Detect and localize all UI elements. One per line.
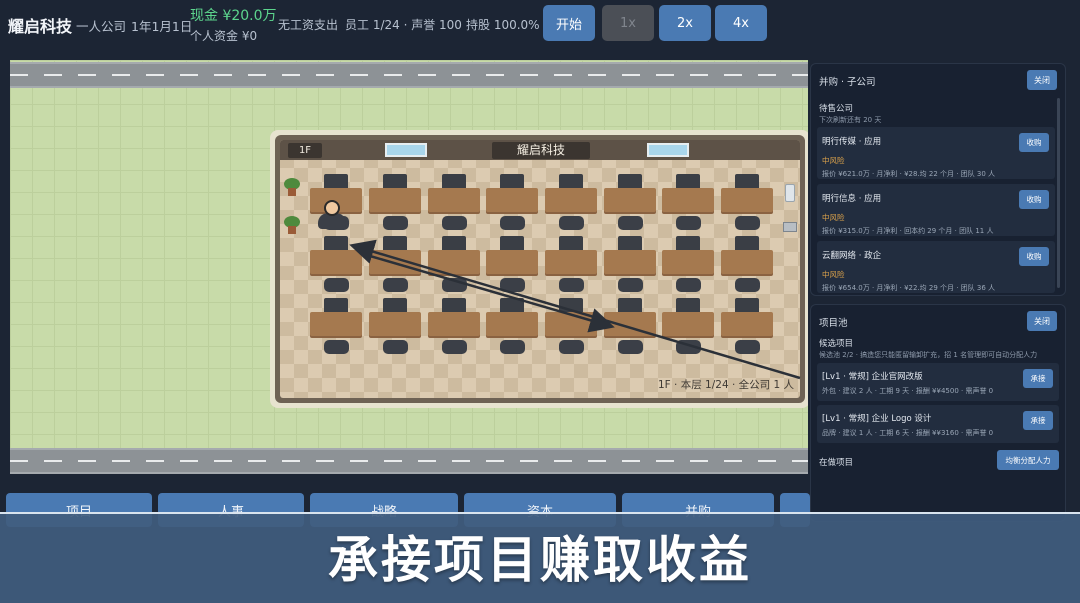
speed-2x-button[interactable]: 2x [659, 5, 711, 41]
project-card: [Lv1 · 常规] 企业官网改版 外包 · 建议 2 人 · 工期 9 天 ·… [817, 363, 1059, 401]
buy-company-button[interactable]: 收购 [1019, 133, 1049, 152]
acquisition-scrollbar[interactable] [1057, 98, 1060, 288]
risk-level: 中风险 [822, 213, 845, 222]
project-info: 品牌 · 建议 1 人 · 工期 6 天 · 报酬 ¥¥3160 · 需声誉 0 [822, 429, 994, 437]
project-pool-panel: 项目池 关闭 候选项目 候选池 2/2 · 搞造您只能匿留输卸扩充，招 1 名管… [810, 304, 1066, 522]
company-card: 明行传媒 · 应用 收购 中风险 报价 ¥621.0万 · 月净利 · ¥28.… [817, 127, 1055, 179]
buy-company-button[interactable]: 收购 [1019, 190, 1049, 209]
city-map[interactable]: 1F 耀启科技 1F · 本层 1/24 · 全公司 1 人 [10, 60, 808, 474]
acquisition-panel: 并购 · 子公司 关闭 待售公司 下次刷新还有 20 天 明行传媒 · 应用 收… [810, 63, 1066, 296]
company-info: 报价 ¥654.0万 · 月净利 · ¥22.均 29 个月 · 团队 36 人 [822, 284, 996, 292]
personal-funds: 个人资金 ¥0 [190, 29, 258, 43]
speed-4x-button[interactable]: 4x [715, 5, 767, 41]
refresh-note: 下次刷新还有 20 天 [819, 116, 882, 124]
staff-reputation: 员工 1/24 · 声誉 100 [345, 18, 462, 32]
start-button[interactable]: 开始 [543, 5, 595, 41]
project-name: [Lv1 · 常规] 企业官网改版 [822, 372, 923, 382]
project-info: 外包 · 建议 2 人 · 工期 9 天 · 报酬 ¥¥4500 · 需声誉 0 [822, 387, 994, 395]
company-name: 耀启科技 [8, 17, 73, 36]
risk-level: 中风险 [822, 156, 845, 165]
cash-display: 现金 ¥20.0万 [190, 8, 277, 24]
payroll-status: 无工资支出 [278, 18, 339, 32]
shareholding: 持股 100.0% [466, 18, 540, 32]
risk-level: 中风险 [822, 270, 845, 279]
speed-1x-button[interactable]: 1x [602, 5, 654, 41]
for-sale-title: 待售公司 [819, 104, 854, 114]
tutorial-arrows [349, 239, 801, 380]
balance-staff-button[interactable]: 均衡分配人力 [997, 450, 1059, 470]
acquisition-close-button[interactable]: 关闭 [1027, 70, 1057, 90]
candidates-title: 候选项目 [819, 339, 854, 349]
arrow-line [349, 239, 801, 380]
company-name-label: 明行传媒 · 应用 [822, 137, 882, 147]
buy-company-button[interactable]: 收购 [1019, 247, 1049, 266]
project-pool-close-button[interactable]: 关闭 [1027, 311, 1057, 331]
project-card: [Lv1 · 常规] 企业 Logo 设计 品牌 · 建议 1 人 · 工期 6… [817, 405, 1059, 443]
company-card: 明行信息 · 应用 收购 中风险 报价 ¥315.0万 · 月净利 · 回本约 … [817, 184, 1055, 236]
acquisition-title: 并购 · 子公司 [819, 77, 876, 88]
project-name: [Lv1 · 常规] 企业 Logo 设计 [822, 414, 932, 424]
arrow-line [369, 254, 615, 333]
company-info: 报价 ¥315.0万 · 月净利 · 回本约 29 个月 · 团队 11 人 [822, 227, 994, 235]
company-info: 报价 ¥621.0万 · 月净利 · ¥28.均 22 个月 · 团队 30 人 [822, 170, 996, 178]
company-card: 云翻网络 · 政企 收购 中风险 报价 ¥654.0万 · 月净利 · ¥22.… [817, 241, 1055, 293]
top-bar: 耀启科技 一人公司 1年1月1日 现金 ¥20.0万 个人资金 ¥0 无工资支出… [0, 0, 1080, 48]
company-name-label: 云翻网络 · 政企 [822, 251, 882, 261]
candidates-note: 候选池 2/2 · 搞造您只能匿留输卸扩充，招 1 名管理即可自动分配人力 [819, 351, 1038, 359]
promo-caption: 承接项目赚取收益 [328, 531, 752, 589]
company-name-label: 明行信息 · 应用 [822, 194, 882, 204]
in-progress-title: 在做项目 [819, 458, 854, 468]
project-pool-title: 项目池 [819, 318, 848, 329]
accept-project-button[interactable]: 承接 [1023, 411, 1053, 430]
game-date: 1年1月1日 [131, 19, 193, 34]
accept-project-button[interactable]: 承接 [1023, 369, 1053, 388]
company-type: 一人公司 [76, 19, 127, 34]
